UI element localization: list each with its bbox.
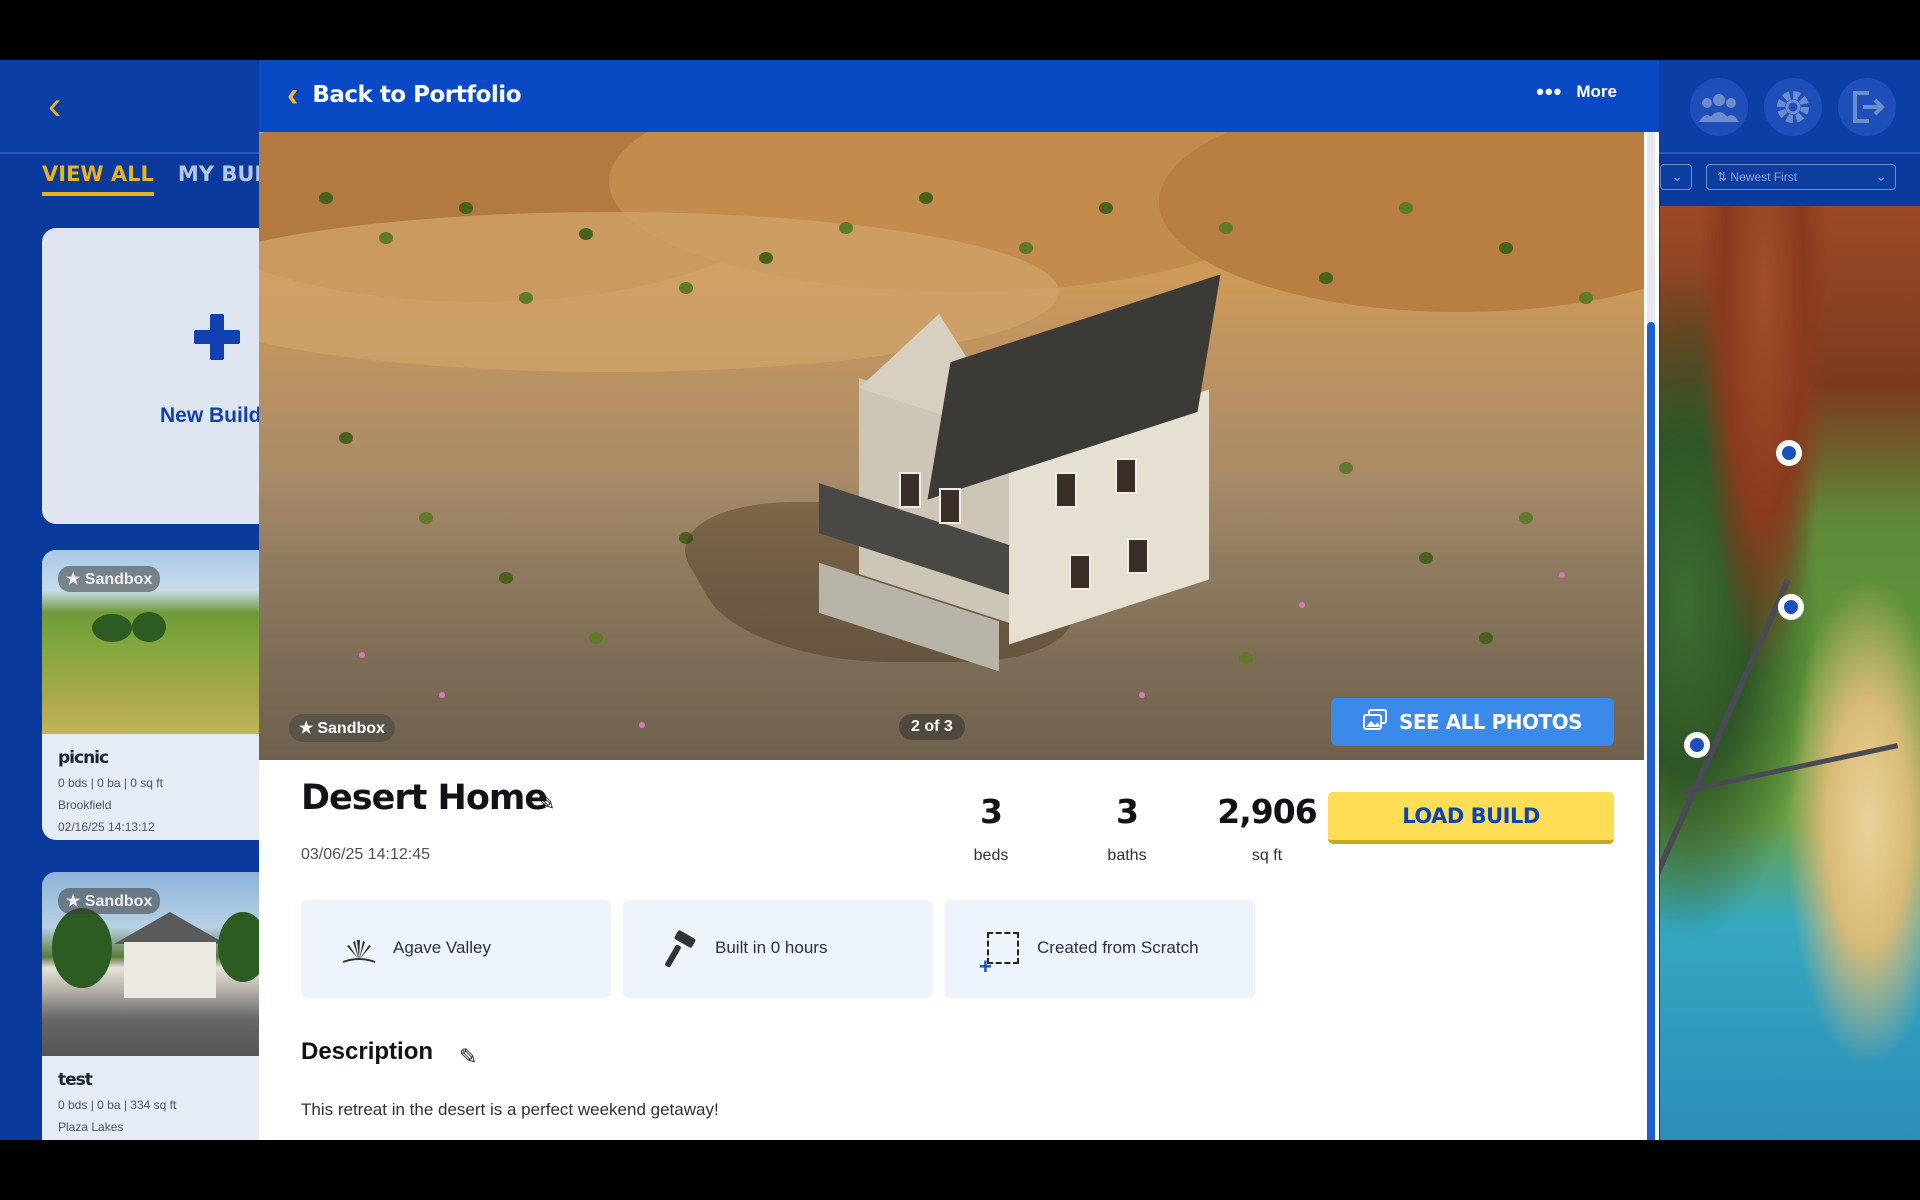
letterbox-top bbox=[0, 0, 1920, 60]
chevron-down-icon: ⌄ bbox=[1875, 168, 1887, 184]
scrollbar-thumb[interactable] bbox=[1647, 322, 1655, 1140]
filter-dropdown[interactable]: ⌄ bbox=[1660, 164, 1692, 190]
build-card-test[interactable]: ★ Sandbox test 0 bds | 0 ba | 334 sq ft … bbox=[42, 872, 282, 1140]
letterbox-bottom bbox=[0, 1140, 1920, 1200]
agave-icon bbox=[339, 930, 379, 970]
photos-icon bbox=[1362, 708, 1387, 736]
tab-view-all[interactable]: VIEW ALL bbox=[42, 162, 154, 196]
modal-header: ‹ Back to Portfolio ••• More bbox=[259, 60, 1659, 132]
baths-stat: 3 baths bbox=[1067, 792, 1187, 865]
build-location: Plaza Lakes bbox=[58, 1120, 124, 1134]
beds-value: 3 bbox=[980, 792, 1003, 831]
build-title: test bbox=[58, 1070, 93, 1090]
build-card-picnic[interactable]: ★ Sandbox picnic 0 bds | 0 ba | 0 sq ft … bbox=[42, 550, 282, 840]
see-all-label: SEE ALL PHOTOS bbox=[1398, 710, 1583, 734]
baths-value: 3 bbox=[1116, 792, 1139, 831]
back-to-portfolio-button[interactable]: ‹ Back to Portfolio bbox=[287, 76, 521, 114]
baths-label: baths bbox=[1107, 847, 1147, 864]
plus-icon: + bbox=[979, 954, 992, 979]
info-card-origin: + Created from Scratch bbox=[945, 900, 1255, 998]
ellipsis-icon: ••• bbox=[1536, 79, 1563, 104]
more-label: More bbox=[1576, 82, 1617, 101]
gear-icon[interactable] bbox=[1764, 78, 1822, 136]
build-stats: 0 bds | 0 ba | 334 sq ft bbox=[58, 1098, 177, 1112]
top-right-icons bbox=[1690, 78, 1896, 136]
build-thumbnail: ★ Sandbox bbox=[42, 550, 282, 734]
see-all-photos-button[interactable]: SEE ALL PHOTOS bbox=[1331, 698, 1614, 746]
new-build-card[interactable]: New Build bbox=[42, 228, 282, 524]
beds-label: beds bbox=[973, 847, 1009, 864]
sort-dropdown[interactable]: ⇅ Newest First ⌄ bbox=[1706, 164, 1896, 190]
app-back-icon[interactable]: ‹ bbox=[48, 86, 80, 126]
build-title: picnic bbox=[58, 748, 109, 768]
sandbox-badge: ★ Sandbox bbox=[289, 714, 395, 742]
load-build-button[interactable]: LOAD BUILD bbox=[1328, 792, 1614, 844]
chevron-left-icon: ‹ bbox=[287, 76, 299, 114]
edit-title-icon[interactable]: ✎ bbox=[537, 790, 555, 816]
photo-counter: 2 of 3 bbox=[899, 714, 965, 740]
description-heading: Description bbox=[301, 1038, 434, 1065]
build-thumbnail: ★ Sandbox bbox=[42, 872, 282, 1056]
sqft-value: 2,906 bbox=[1217, 792, 1317, 831]
plus-icon bbox=[194, 314, 240, 360]
beds-stat: 3 beds bbox=[931, 792, 1051, 865]
hammer-icon bbox=[661, 930, 701, 970]
build-date: 02/16/25 14:13:12 bbox=[58, 820, 155, 834]
sandbox-badge: ★ Sandbox bbox=[58, 888, 161, 914]
world-map[interactable] bbox=[1660, 206, 1920, 1140]
build-title: Desert Home bbox=[301, 778, 548, 818]
edit-description-icon[interactable]: ✎ bbox=[459, 1044, 477, 1070]
hero-photo[interactable]: ★ Sandbox 2 of 3 SEE ALL PHOTOS bbox=[259, 132, 1644, 760]
info-card-build-time: Built in 0 hours bbox=[623, 900, 933, 998]
build-location: Brookfield bbox=[58, 798, 112, 812]
sort-arrows-icon: ⇅ bbox=[1717, 170, 1728, 184]
build-stats: 0 bds | 0 ba | 0 sq ft bbox=[58, 776, 163, 790]
info-card-location: Agave Valley bbox=[301, 900, 611, 998]
logout-icon[interactable] bbox=[1838, 78, 1896, 136]
sqft-stat: 2,906 sq ft bbox=[1207, 792, 1327, 865]
description-text: This retreat in the desert is a perfect … bbox=[301, 1100, 719, 1119]
build-detail-modal: ‹ Back to Portfolio ••• More ★ Sandbox 2… bbox=[259, 60, 1659, 1140]
star-icon: ★ bbox=[299, 720, 314, 737]
build-time-text: Built in 0 hours bbox=[715, 938, 828, 957]
sort-value: Newest First bbox=[1730, 170, 1798, 184]
map-pin[interactable] bbox=[1684, 732, 1710, 758]
map-pin[interactable] bbox=[1778, 594, 1804, 620]
back-label: Back to Portfolio bbox=[312, 82, 521, 108]
friends-icon[interactable] bbox=[1690, 78, 1748, 136]
more-button[interactable]: ••• More bbox=[1536, 79, 1617, 104]
build-date: 03/06/25 14:12:45 bbox=[301, 846, 431, 863]
sqft-label: sq ft bbox=[1251, 847, 1283, 864]
map-pin[interactable] bbox=[1776, 440, 1802, 466]
house-render bbox=[652, 274, 1279, 672]
origin-text: Created from Scratch bbox=[1037, 938, 1199, 957]
sandbox-badge: ★ Sandbox bbox=[58, 566, 161, 592]
new-build-label: New Build bbox=[160, 404, 262, 427]
location-text: Agave Valley bbox=[393, 938, 491, 957]
